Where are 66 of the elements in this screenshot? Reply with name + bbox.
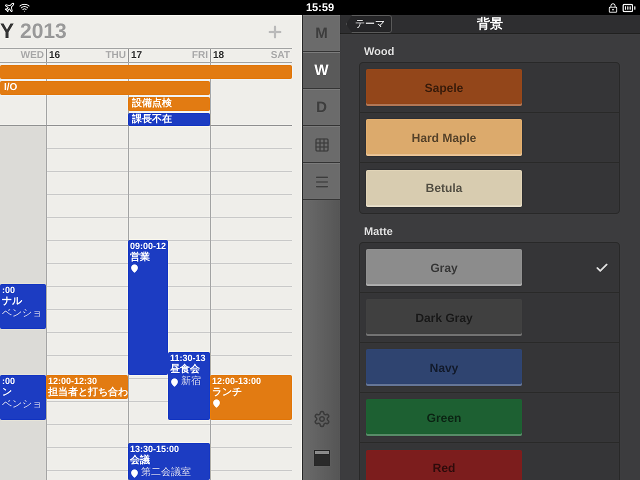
- calendar-event[interactable]: :00 ナル ベンショ: [0, 284, 46, 329]
- event-time: 12:00-13:00: [212, 376, 262, 387]
- day-number: 17: [131, 50, 142, 61]
- weekday-label: SAT: [270, 50, 290, 61]
- event-title: 昼食会: [170, 364, 201, 376]
- panel-title: 背景: [477, 15, 503, 33]
- event-location: ベンショ: [2, 308, 42, 320]
- weekday-label: FRI: [192, 50, 208, 61]
- event-location: 第二会議室: [141, 467, 191, 479]
- calendar-event[interactable]: 09:00-12 営業: [128, 240, 168, 375]
- event-title: ランチ: [212, 387, 243, 399]
- swatch-label: Red: [432, 461, 456, 475]
- option-row[interactable]: Hard Maple: [360, 113, 619, 163]
- event-title: ナル: [2, 296, 24, 308]
- calendar-event[interactable]: 13:30-15:00 会議 第二会議室: [128, 443, 210, 480]
- swatch-label: Gray: [430, 260, 458, 274]
- settings-icon[interactable]: [312, 410, 330, 428]
- event-title: 営業: [130, 252, 151, 264]
- clock-time: 15:59: [306, 2, 334, 14]
- day-number: 16: [49, 50, 60, 61]
- event-title: 会議: [130, 455, 151, 467]
- calendar-event[interactable]: :00 ン ベンショ: [0, 375, 46, 420]
- wifi-icon: [19, 2, 30, 13]
- lock-icon: [608, 2, 618, 12]
- section-title: Matte: [363, 225, 394, 240]
- calendar-event[interactable]: 11:30-13 昼食会 新宿: [168, 352, 210, 420]
- year-title: 2013: [20, 20, 68, 44]
- swatch-label: Navy: [430, 360, 458, 374]
- airplane-icon: [4, 2, 15, 13]
- view-tab[interactable]: [303, 163, 340, 200]
- back-button[interactable]: テーマ: [346, 15, 392, 33]
- event-title: ン: [2, 387, 13, 399]
- event-time: :00: [2, 285, 16, 296]
- view-tab[interactable]: [303, 126, 340, 163]
- all-day-event[interactable]: 課長不在: [128, 113, 210, 126]
- all-day-event[interactable]: I/O: [0, 81, 210, 95]
- all-day-event[interactable]: 設備点検: [128, 97, 210, 111]
- grid-icon: [314, 136, 330, 152]
- weekday-label: THU: [105, 50, 126, 61]
- event-location: 新宿: [181, 376, 201, 388]
- section-title: Wood: [363, 45, 396, 60]
- view-tab[interactable]: W: [303, 52, 340, 89]
- event-time: 09:00-12: [130, 241, 166, 252]
- calendar-event[interactable]: 12:00-13:00 ランチ: [210, 375, 292, 420]
- calendar-icon[interactable]: [314, 450, 330, 466]
- option-row[interactable]: Green: [360, 393, 619, 443]
- option-row[interactable]: Betula: [360, 163, 619, 213]
- swatch-label: Green: [426, 410, 462, 424]
- weekday-label: WED: [20, 50, 44, 61]
- swatch-label: Sapele: [424, 80, 464, 94]
- swatch-label: Hard Maple: [412, 130, 476, 144]
- month-title: Y: [0, 20, 14, 44]
- event-time: 13:30-15:00: [130, 444, 180, 454]
- day-number: 18: [213, 50, 224, 61]
- event-title: 担当者と打ち合わ: [48, 387, 126, 399]
- calendar-event[interactable]: 12:00-12:30 担当者と打ち合わ: [46, 375, 128, 399]
- swatch-label: Betula: [426, 181, 462, 195]
- add-icon[interactable]: [266, 22, 284, 40]
- option-row[interactable]: Sapele: [360, 63, 619, 113]
- option-row[interactable]: Gray: [360, 243, 619, 293]
- list-icon: [314, 174, 330, 190]
- event-time: 12:00-12:30: [48, 376, 98, 386]
- option-row[interactable]: Navy: [360, 343, 619, 393]
- event-time: 11:30-13: [170, 353, 207, 364]
- event-location: ベンショ: [2, 399, 42, 411]
- event-time: :00: [2, 376, 16, 387]
